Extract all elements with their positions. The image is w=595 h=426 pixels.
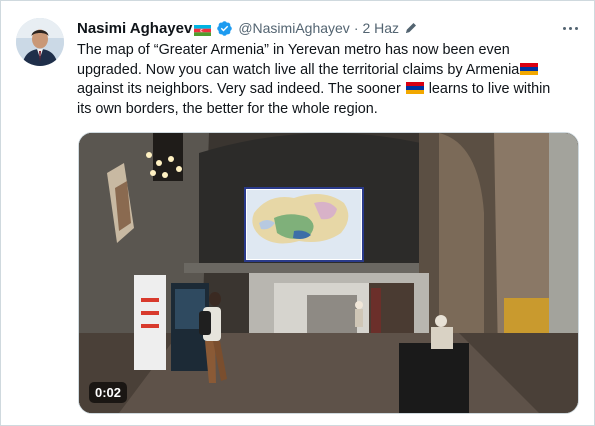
metro-station-video-frame <box>79 133 578 413</box>
video-player[interactable]: 0:02 <box>78 132 579 414</box>
tweet-text: The map of “Greater Armenia” in Yerevan … <box>77 41 582 119</box>
pencil-edit-icon[interactable] <box>404 21 418 35</box>
verified-badge-icon <box>216 20 233 37</box>
tweet-line-2: upgraded. Now you can watch live all the… <box>77 61 582 81</box>
armenia-flag-icon <box>520 62 539 75</box>
azerbaijan-flag-icon <box>194 23 212 36</box>
tweet-card[interactable]: Nasimi Aghayev @NasimiAghayev · 2 Haz Th… <box>0 0 595 426</box>
tweet-line-3-text: against its neighbors. Very sad indeed. … <box>77 81 401 97</box>
author-name[interactable]: Nasimi Aghayev <box>77 20 192 37</box>
tweet-line-1: The map of “Greater Armenia” in Yerevan … <box>77 42 510 58</box>
more-options-icon[interactable] <box>559 19 581 37</box>
armenia-flag-icon <box>405 81 424 94</box>
tweet-date[interactable]: 2 Haz <box>362 20 399 36</box>
tweet-line-2-text: upgraded. Now you can watch live all the… <box>77 61 520 78</box>
video-timestamp: 0:02 <box>89 382 128 403</box>
author-avatar[interactable] <box>16 18 64 66</box>
author-handle[interactable]: @NasimiAghayev <box>238 20 349 36</box>
separator-dot: · <box>353 20 359 36</box>
tweet-line-3: against its neighbors. Very sad indeed. … <box>77 80 582 100</box>
tweet-line-3-after: learns to live within <box>428 81 551 97</box>
tweet-line-4: its own borders, the better for the whol… <box>77 100 378 117</box>
